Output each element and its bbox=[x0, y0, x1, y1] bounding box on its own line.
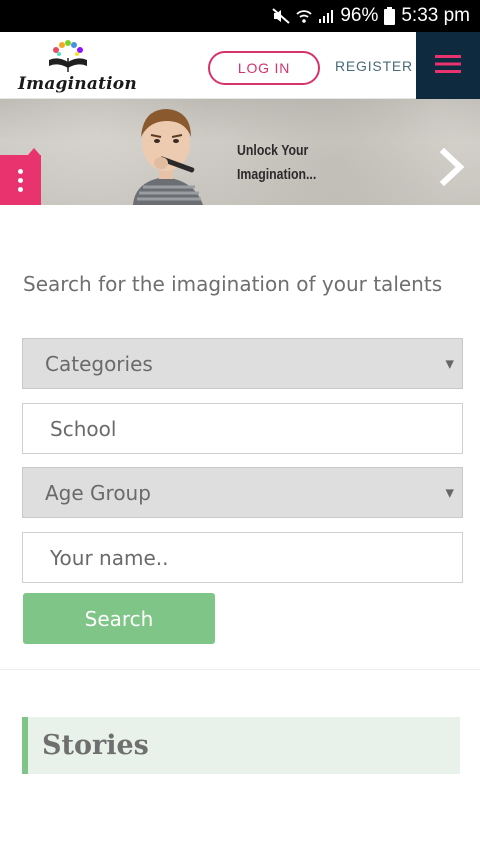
banner-child-image bbox=[125, 99, 215, 205]
name-field-placeholder: Your name.. bbox=[50, 545, 169, 570]
banner-title: Unlock Your Imagination... bbox=[237, 139, 335, 187]
logo-text: Imagination bbox=[18, 74, 137, 94]
logo[interactable]: Imagination bbox=[18, 38, 137, 94]
school-field[interactable]: School bbox=[22, 403, 463, 454]
age-group-select-value: Age Group bbox=[45, 480, 151, 505]
section-divider bbox=[0, 669, 480, 670]
book-logo-icon bbox=[46, 40, 90, 78]
search-heading: Search for the imagination of your talen… bbox=[23, 272, 443, 296]
clock: 5:33 pm bbox=[401, 5, 470, 26]
search-button[interactable]: Search bbox=[23, 593, 215, 644]
categories-select-value: Categories bbox=[45, 351, 153, 376]
side-widget-button[interactable] bbox=[0, 155, 41, 205]
signal-icon bbox=[318, 8, 334, 24]
age-group-select[interactable]: Age Group ▼ bbox=[22, 467, 463, 518]
status-bar: 96% 5:33 pm bbox=[0, 0, 480, 32]
side-widget-notch bbox=[28, 148, 40, 155]
hamburger-icon bbox=[435, 54, 461, 77]
hero-banner: Unlock Your Imagination... bbox=[0, 99, 480, 205]
login-button[interactable]: LOG IN bbox=[208, 51, 320, 85]
stories-title: Stories bbox=[42, 730, 149, 761]
stories-section-header: Stories bbox=[22, 717, 460, 774]
name-field[interactable]: Your name.. bbox=[22, 532, 463, 583]
menu-button[interactable] bbox=[416, 32, 480, 99]
categories-select[interactable]: Categories ▼ bbox=[22, 338, 463, 389]
more-vertical-icon bbox=[18, 168, 23, 192]
mute-icon bbox=[272, 8, 290, 24]
chevron-right-icon[interactable] bbox=[438, 147, 468, 190]
banner-title-line-2: Imagination... bbox=[237, 166, 317, 183]
wifi-icon bbox=[296, 8, 312, 24]
battery-icon bbox=[384, 7, 396, 25]
battery-percent: 96% bbox=[340, 5, 379, 26]
school-field-value: School bbox=[50, 416, 117, 441]
register-link[interactable]: REGISTER bbox=[335, 58, 413, 74]
caret-down-icon: ▼ bbox=[445, 357, 454, 370]
caret-down-icon: ▼ bbox=[445, 486, 454, 499]
banner-title-line-1: Unlock Your bbox=[237, 142, 309, 159]
